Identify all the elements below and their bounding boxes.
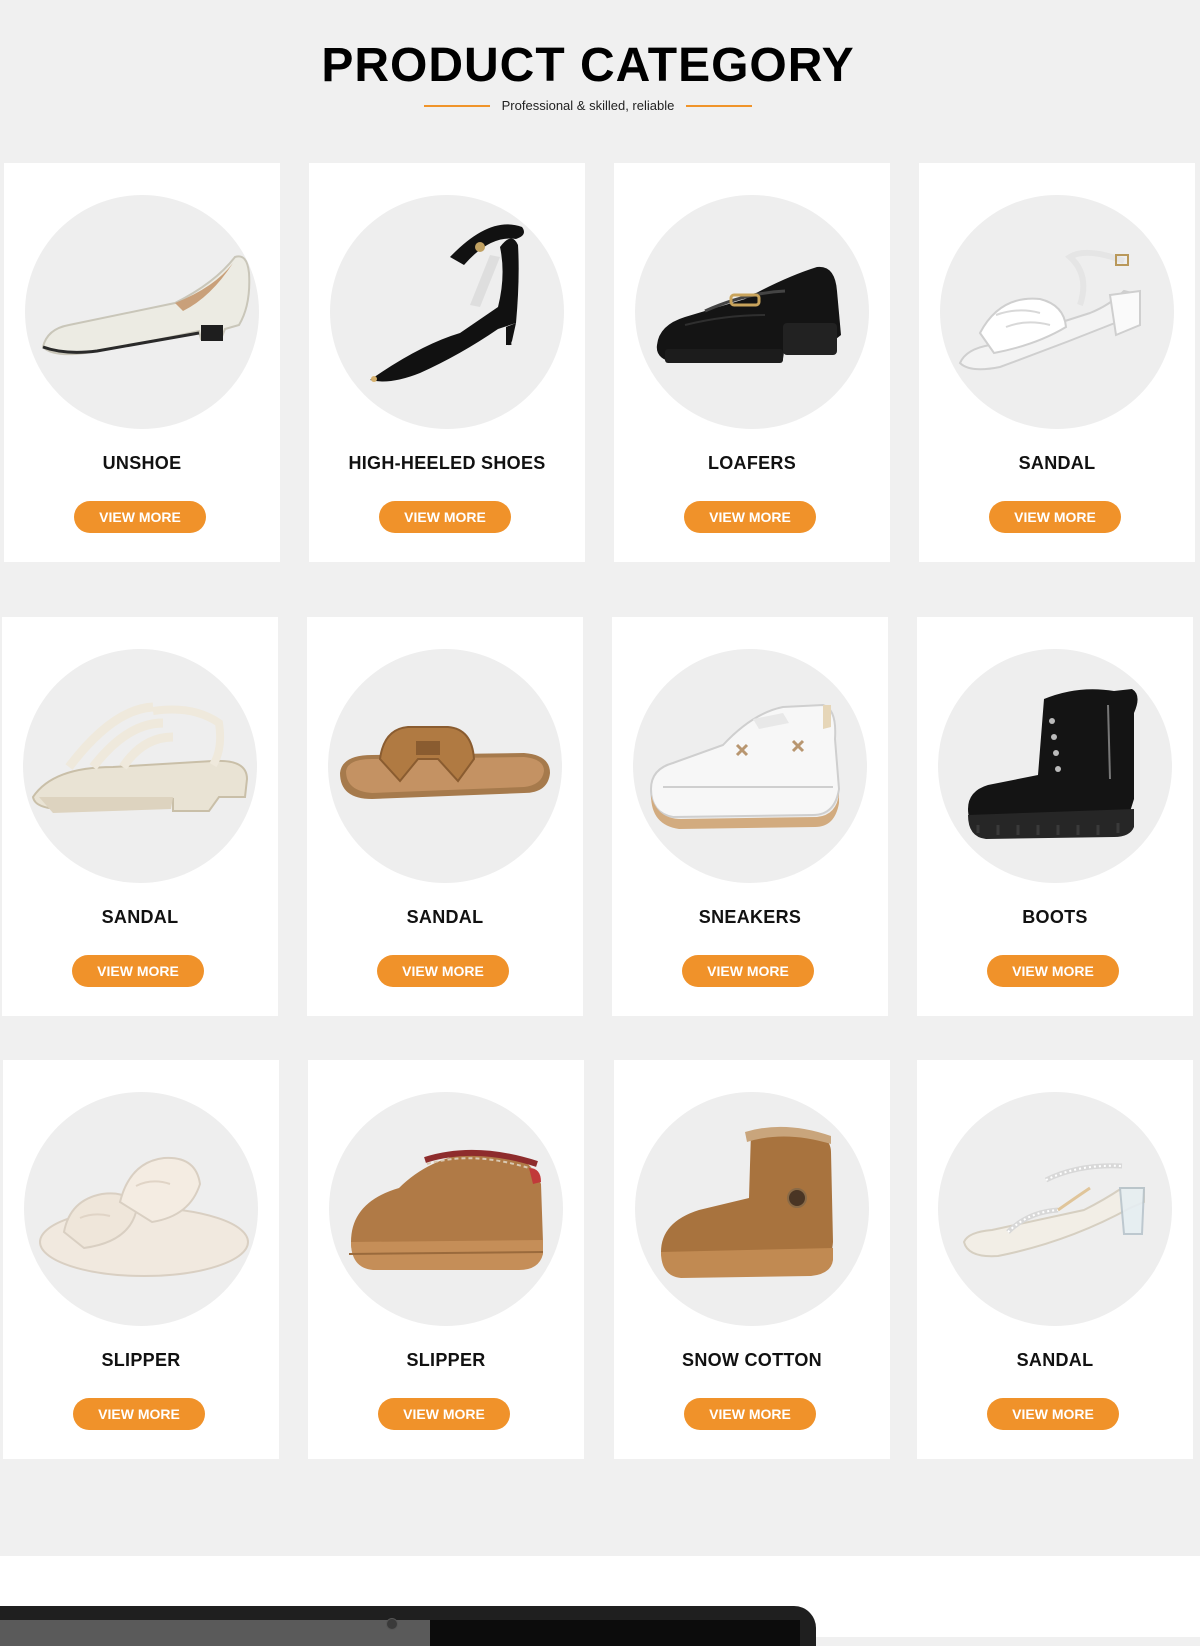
view-more-button[interactable]: VIEW MORE (378, 1398, 510, 1430)
slide-sandal-icon (340, 726, 550, 799)
product-photo (938, 1092, 1172, 1326)
device-screen-shadow (430, 1620, 800, 1646)
category-card-unshoe[interactable]: UNSHOE VIEW MORE (4, 163, 280, 562)
product-photo (328, 649, 562, 883)
fur-slipper-icon (39, 1156, 249, 1277)
product-photo (25, 195, 259, 429)
category-title: SANDAL (406, 907, 484, 927)
subtitle: Professional & skilled, reliable (501, 98, 675, 113)
product-photo (330, 195, 564, 429)
category-card-sandal-2[interactable]: SANDAL VIEW MORE (2, 617, 278, 1016)
category-card-slipper-2[interactable]: SLIPPER VIEW MORE (308, 1060, 584, 1459)
category-title: SANDAL (1016, 1350, 1094, 1370)
clear-heel-sandal-icon (962, 1163, 1146, 1258)
view-more-button[interactable]: VIEW MORE (684, 1398, 816, 1430)
category-card-sneakers[interactable]: SNEAKERS VIEW MORE (612, 617, 888, 1016)
view-more-button[interactable]: VIEW MORE (987, 955, 1119, 987)
category-title: SLIPPER (101, 1350, 181, 1370)
page-title: PRODUCT CATEGORY (321, 39, 855, 92)
category-title: SANDAL (1018, 453, 1096, 473)
category-title: SLIPPER (406, 1350, 486, 1370)
boot-icon (968, 689, 1138, 839)
category-card-slipper-1[interactable]: SLIPPER VIEW MORE (3, 1060, 279, 1459)
view-more-button[interactable]: VIEW MORE (987, 1398, 1119, 1430)
category-title: SNOW COTTON (682, 1350, 822, 1370)
camera-icon (386, 1618, 398, 1630)
divider-right (686, 104, 753, 107)
category-card-snow-cotton[interactable]: SNOW COTTON VIEW MORE (614, 1060, 890, 1459)
suede-slipper-icon (348, 1149, 544, 1270)
category-title: UNSHOE (102, 453, 182, 473)
view-more-button[interactable]: VIEW MORE (682, 955, 814, 987)
product-photo (635, 195, 869, 429)
category-title: LOAFERS (707, 453, 797, 473)
product-photo (24, 1092, 258, 1326)
sneaker-icon (649, 703, 841, 829)
snow-boot-icon (661, 1126, 833, 1278)
subtitle-row: Professional & skilled, reliable (0, 98, 1176, 113)
view-more-button[interactable]: VIEW MORE (73, 1398, 205, 1430)
category-title: BOOTS (1022, 907, 1088, 927)
category-title: SNEAKERS (698, 907, 802, 927)
category-title: SANDAL (101, 907, 179, 927)
device-mockup (0, 1606, 816, 1646)
view-more-button[interactable]: VIEW MORE (72, 955, 204, 987)
category-card-loafers[interactable]: LOAFERS VIEW MORE (614, 163, 890, 562)
product-photo (23, 649, 257, 883)
platform-sandal-icon (31, 702, 249, 813)
view-more-button[interactable]: VIEW MORE (989, 501, 1121, 533)
category-card-high-heeled-shoes[interactable]: HIGH-HEELED SHOES VIEW MORE (309, 163, 585, 562)
product-photo (329, 1092, 563, 1326)
category-card-sandal-1[interactable]: SANDAL VIEW MORE (919, 163, 1195, 562)
category-card-sandal-4[interactable]: SANDAL VIEW MORE (917, 1060, 1193, 1459)
product-photo (938, 649, 1172, 883)
high-heel-icon (370, 224, 524, 382)
category-title: HIGH-HEELED SHOES (348, 453, 546, 473)
flat-shoe-icon (41, 255, 251, 356)
category-card-sandal-3[interactable]: SANDAL VIEW MORE (307, 617, 583, 1016)
product-photo (635, 1092, 869, 1326)
device-screen (0, 1620, 430, 1646)
view-more-button[interactable]: VIEW MORE (379, 501, 511, 533)
product-photo (940, 195, 1174, 429)
view-more-button[interactable]: VIEW MORE (74, 501, 206, 533)
view-more-button[interactable]: VIEW MORE (684, 501, 816, 533)
category-card-boots[interactable]: BOOTS VIEW MORE (917, 617, 1193, 1016)
divider-left (423, 104, 490, 107)
heeled-sandal-icon (958, 249, 1141, 371)
loafer-icon (656, 266, 841, 363)
product-photo (633, 649, 867, 883)
view-more-button[interactable]: VIEW MORE (377, 955, 509, 987)
